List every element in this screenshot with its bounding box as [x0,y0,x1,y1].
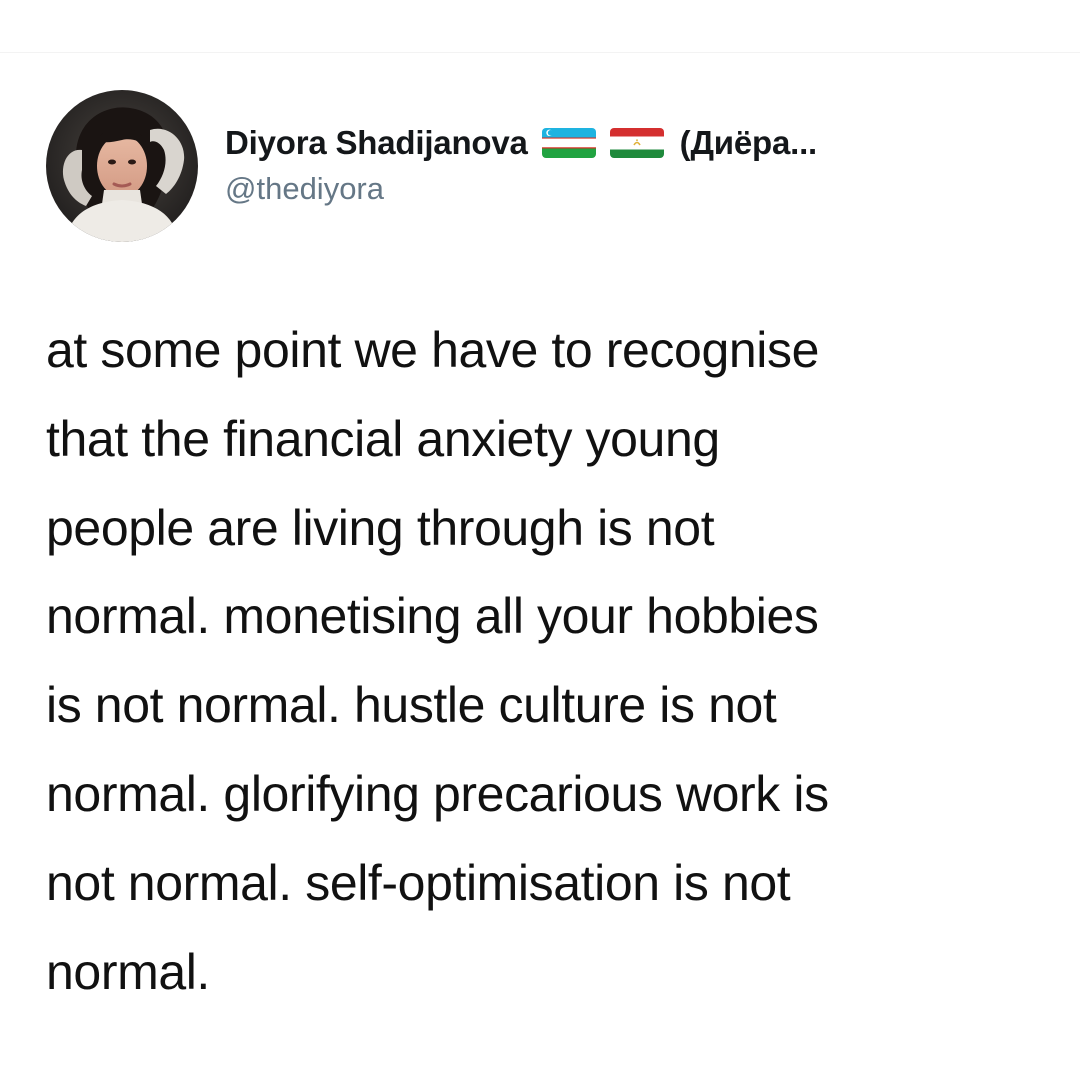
tweet-header: Diyora Shadijanova (Диёра... @thediyora [46,90,817,242]
avatar[interactable] [46,90,198,242]
tweet-text-line: that the financial anxiety young [46,410,720,467]
author-native-name[interactable]: (Диёра... [680,124,818,162]
author-display-name[interactable]: Diyora Shadijanova [225,124,528,162]
tweet-text-line: normal. monetising all your hobbies [46,588,819,645]
tweet-text-line: normal. glorifying precarious work is [46,765,829,822]
tweet-text-line: not normal. self-optimisation is not [46,854,791,911]
tweet-text-line: people are living through is not [46,499,715,556]
tajikistan-flag-icon [609,128,664,158]
uzbekistan-flag-icon [541,128,596,158]
tweet-text-line: at some point we have to recognise [46,322,819,378]
top-divider [0,52,1080,53]
tweet-text-line: normal. [46,943,210,1000]
author-identity: Diyora Shadijanova (Диёра... @thediyora [225,121,817,207]
author-handle[interactable]: @thediyora [225,171,817,207]
tweet-text-line: is not normal. hustle culture is not [46,677,777,734]
author-name-row[interactable]: Diyora Shadijanova (Диёра... [225,121,817,165]
tweet-text: at some point we have to recognise that … [46,306,1046,1016]
tweet-card: Diyora Shadijanova (Диёра... @thediyora … [0,0,1080,1080]
